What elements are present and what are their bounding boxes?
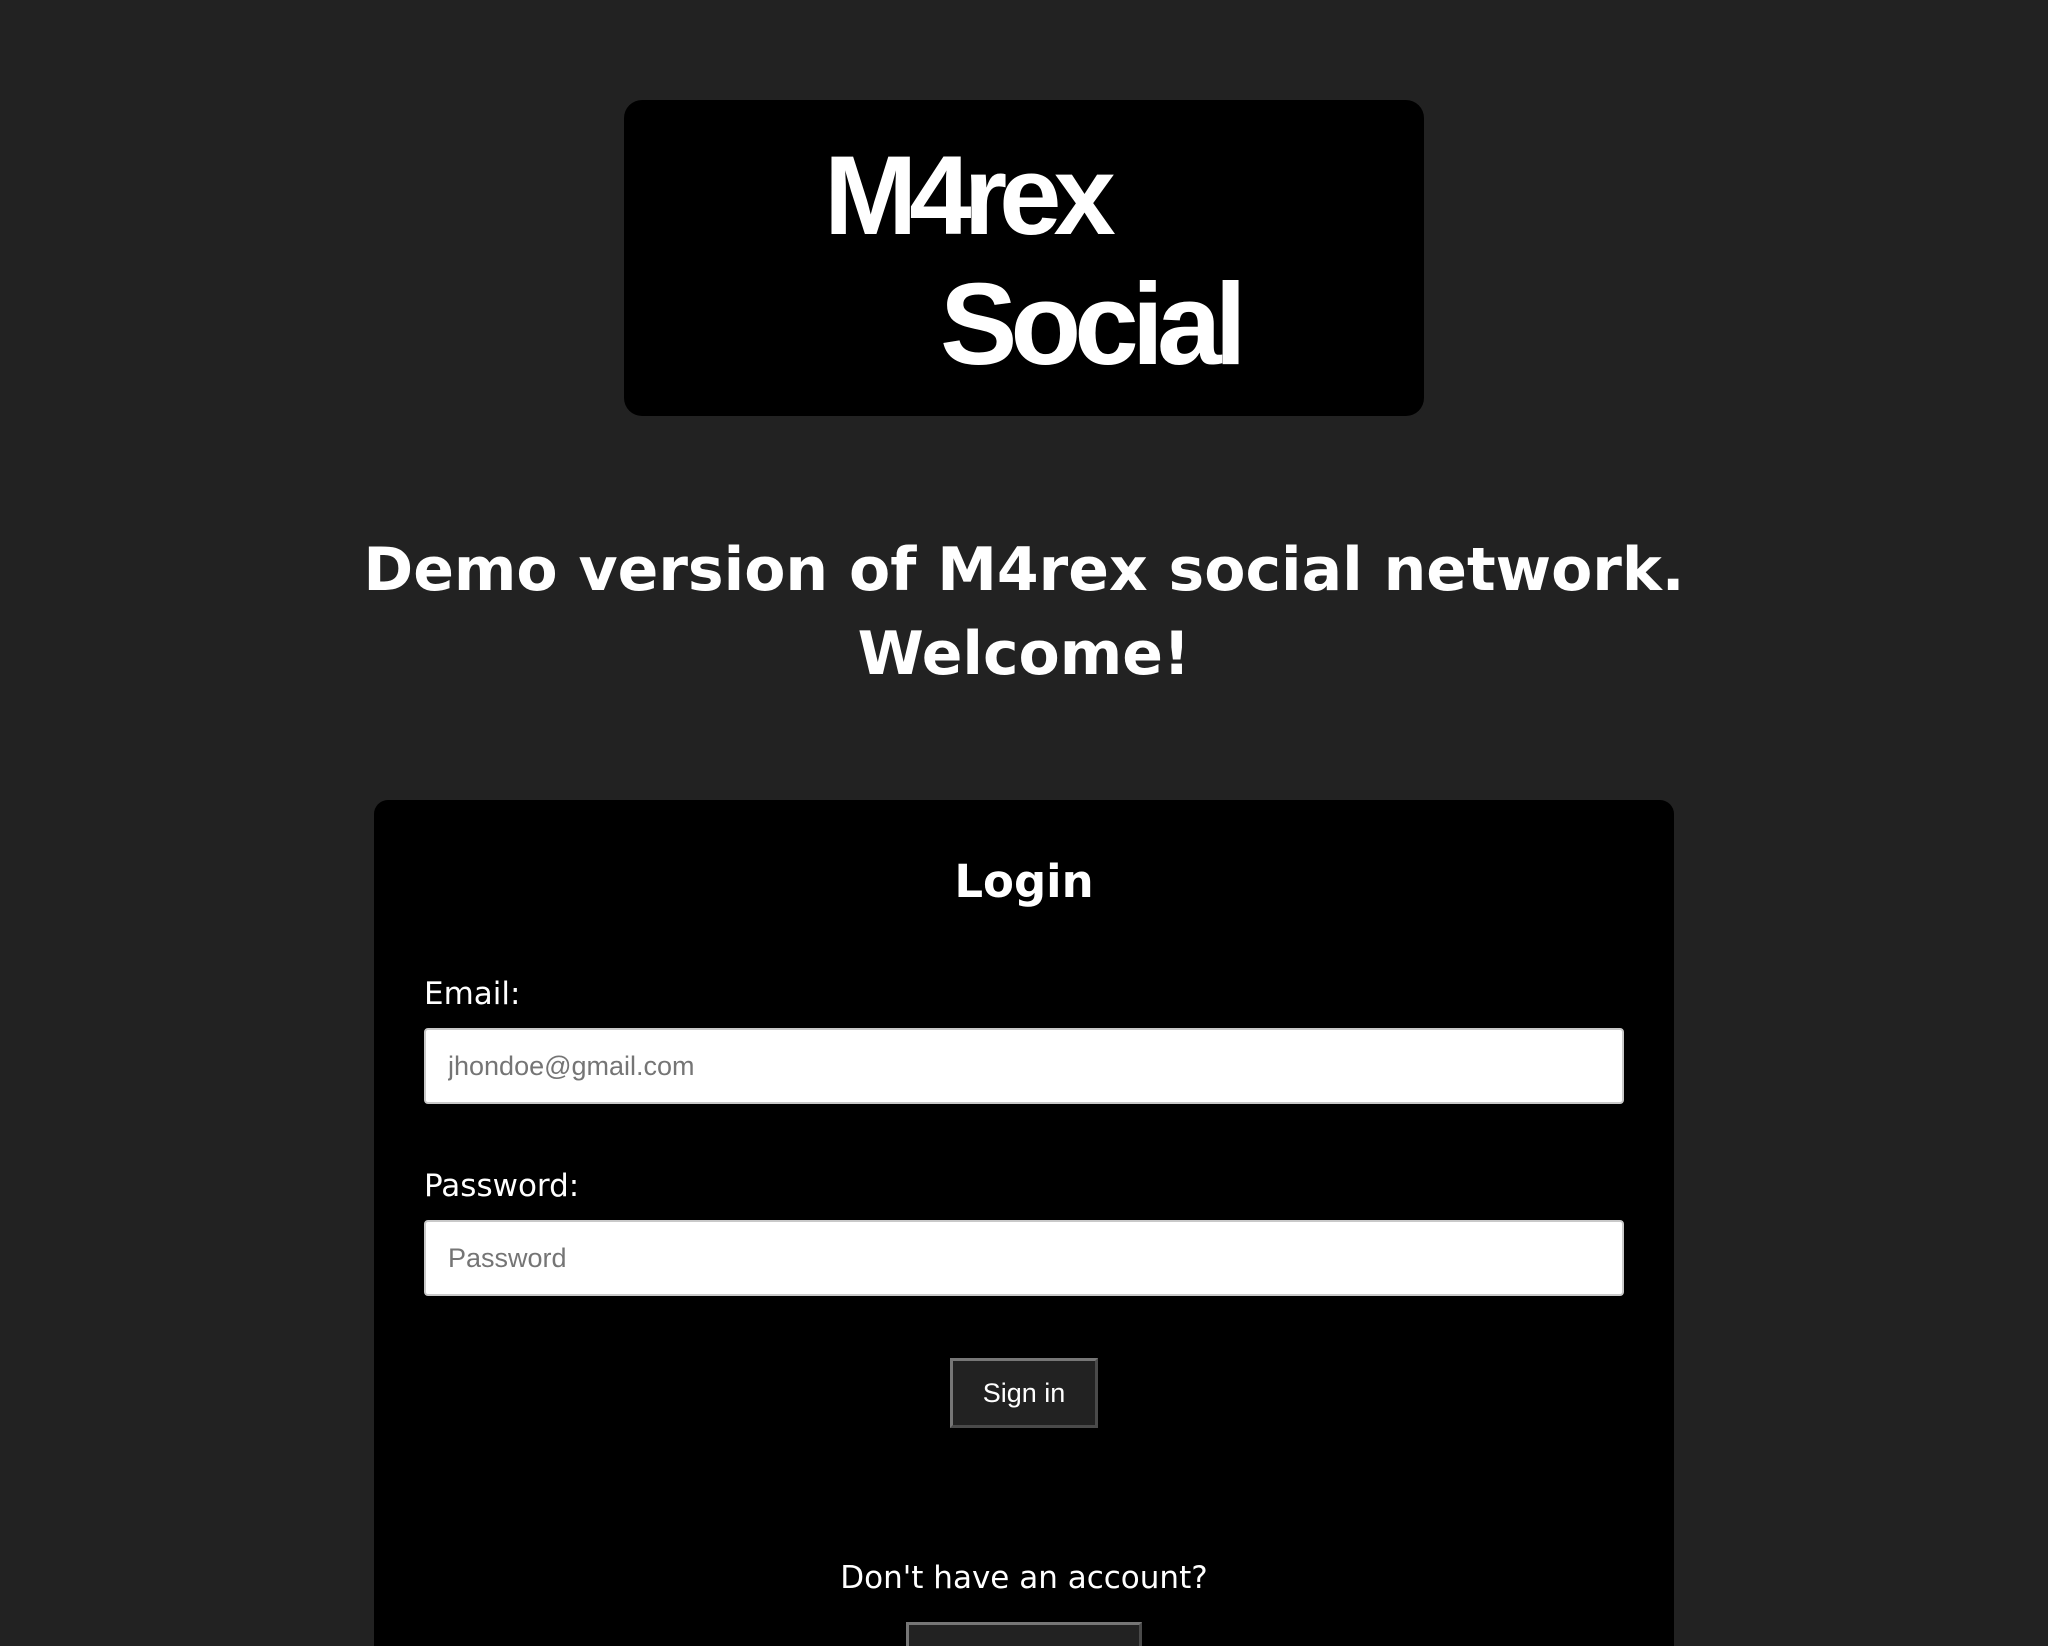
password-label: Password: (424, 1168, 580, 1204)
page-headline: Demo version of M4rex social network. We… (0, 528, 2048, 696)
email-field[interactable] (424, 1028, 1624, 1104)
sign-in-button[interactable]: Sign in (950, 1358, 1098, 1428)
headline-line-2: Welcome! (857, 619, 1191, 689)
logo-text-social: Social (940, 259, 1247, 389)
login-title: Login (954, 855, 1094, 908)
register-button[interactable] (906, 1622, 1142, 1646)
logo-text-m4rex: M4rex (824, 133, 1116, 258)
logo: M4rex Social (624, 100, 1424, 416)
email-label: Email: (424, 976, 521, 1012)
no-account-text: Don't have an account? (840, 1560, 1208, 1596)
headline-line-1: Demo version of M4rex social network. (363, 535, 1685, 605)
login-form: Login Email: Password: Sign in Don't hav… (374, 800, 1674, 1646)
password-field[interactable] (424, 1220, 1624, 1296)
